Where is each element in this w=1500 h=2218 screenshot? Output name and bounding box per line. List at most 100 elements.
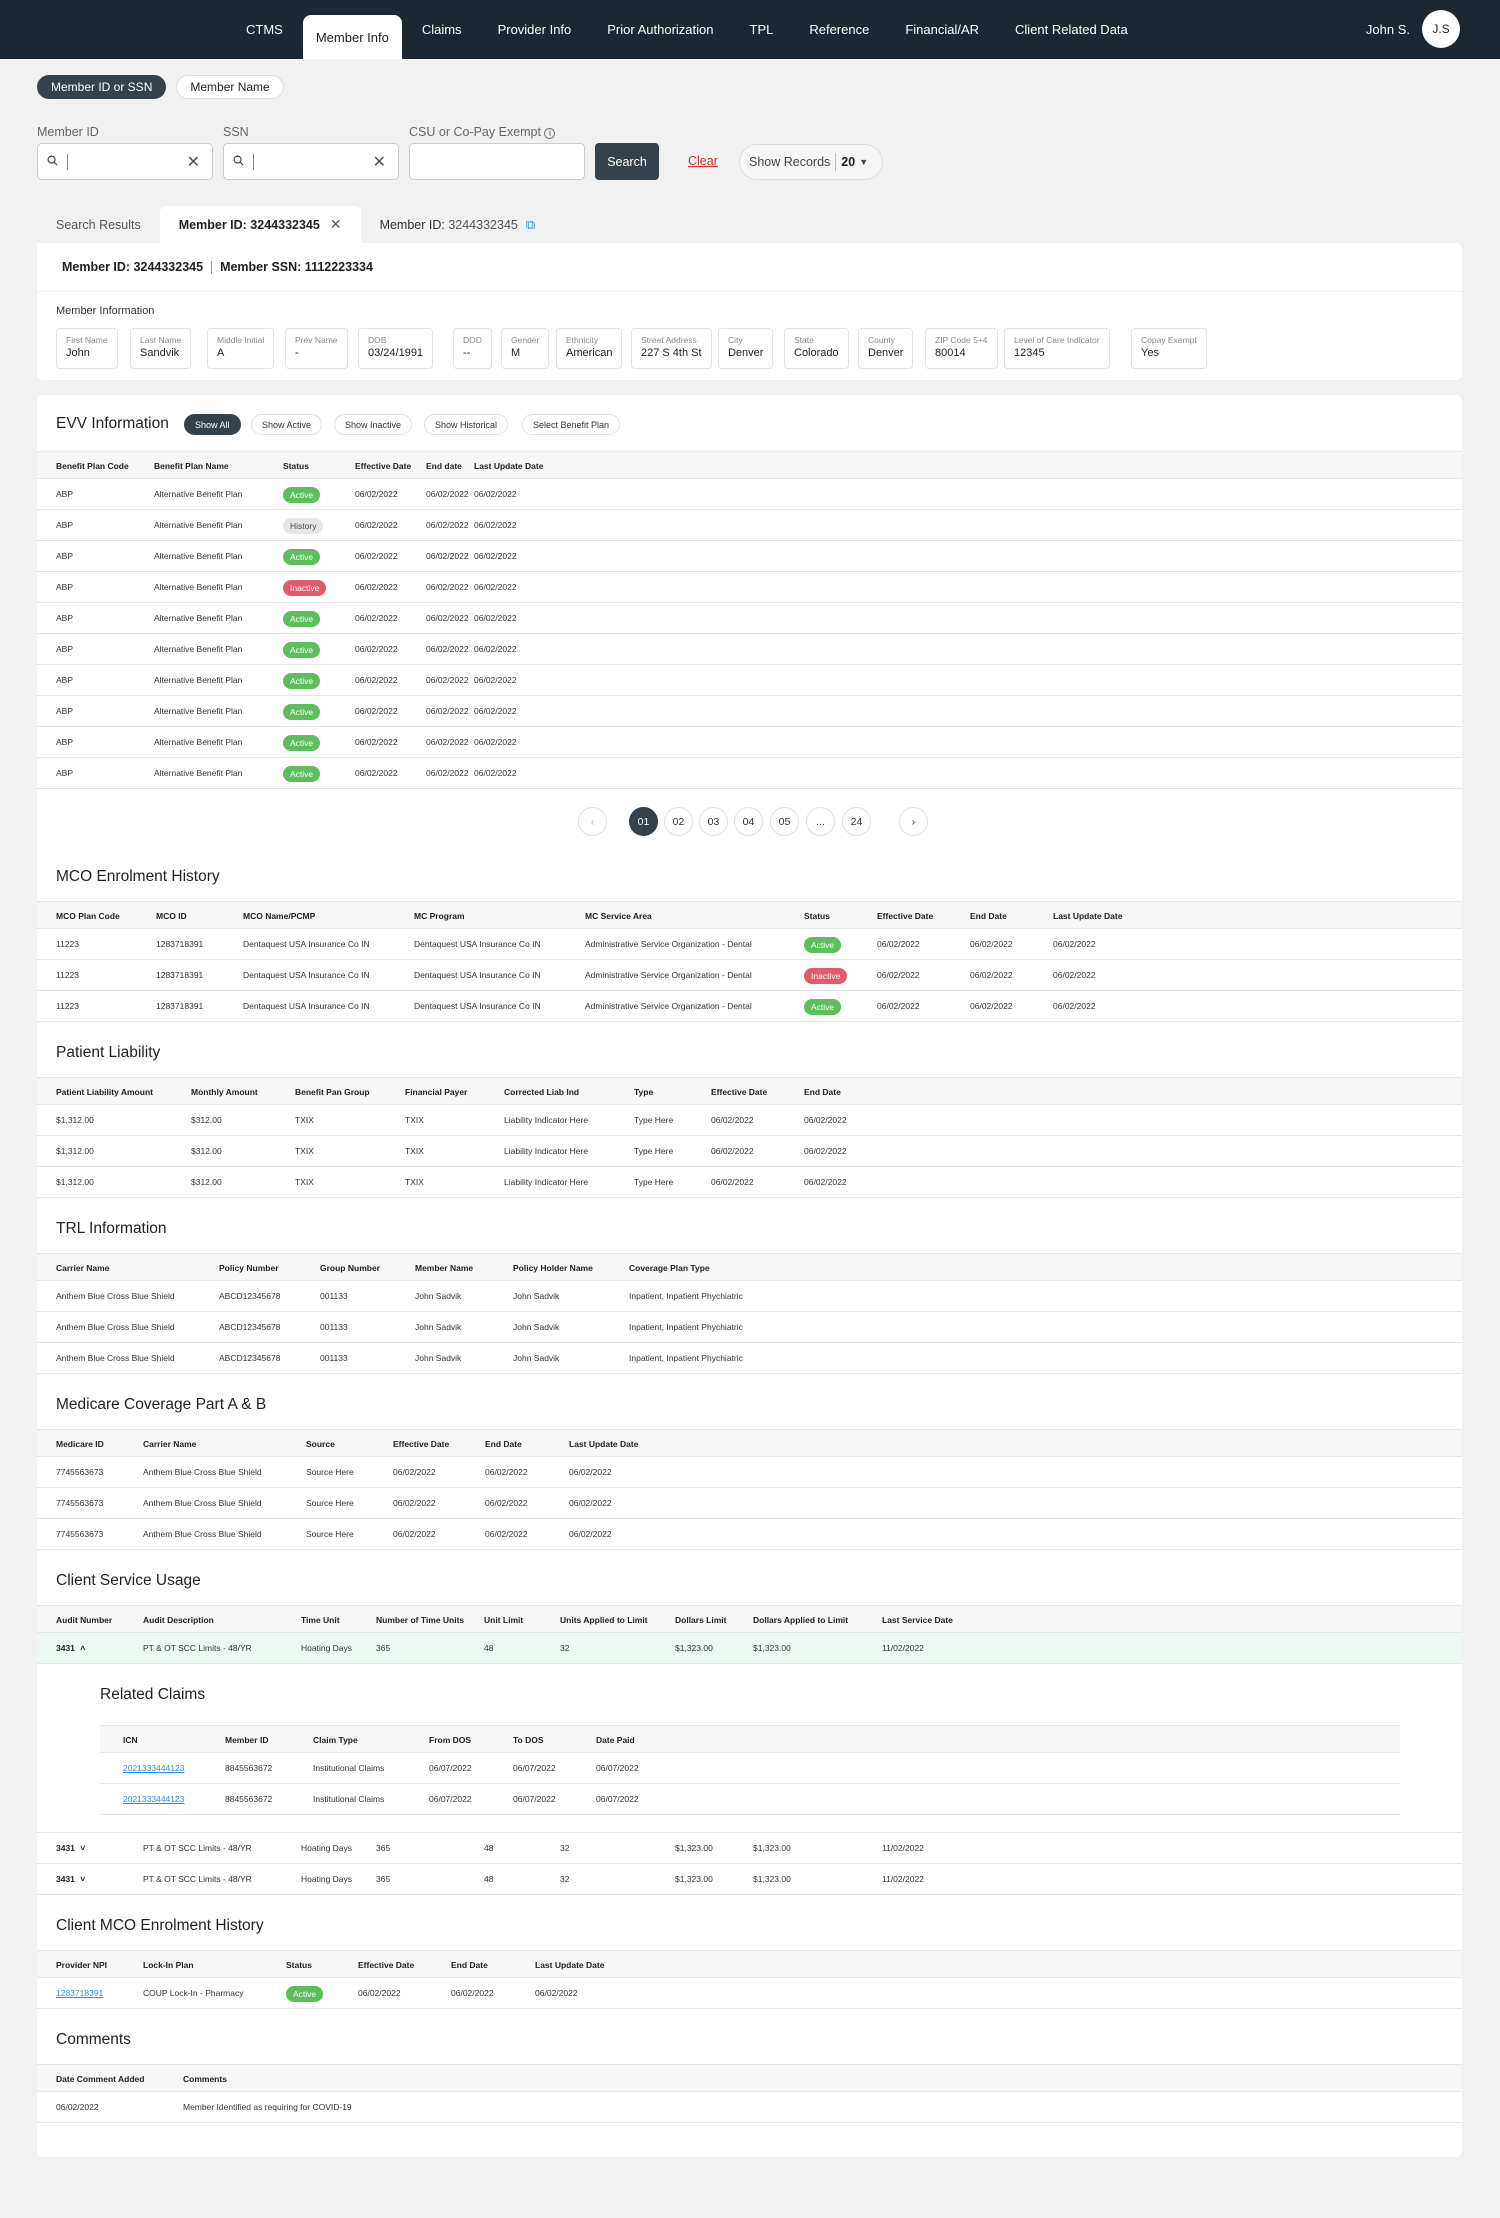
table-cell: Member Identified as requiring for COVID… xyxy=(183,2102,352,2112)
tab-search-results[interactable]: Search Results xyxy=(37,206,160,243)
table-cell: 06/02/2022 xyxy=(970,1001,1013,1011)
status-badge: Active xyxy=(286,1986,324,2002)
member-information-title: Member Information xyxy=(56,305,155,317)
table-cell: 11223 xyxy=(56,1001,80,1011)
status-badge: Active xyxy=(804,937,842,953)
nav-tab-provider-info[interactable]: Provider Info xyxy=(482,0,588,59)
divider xyxy=(835,153,837,171)
show-records-select[interactable]: Show Records 20 ▼ xyxy=(739,144,883,180)
table-cell: 06/02/2022 xyxy=(355,706,398,716)
field-value: 12345 xyxy=(1014,347,1045,359)
field-value: Denver xyxy=(728,347,764,359)
search-mode-member-name[interactable]: Member Name xyxy=(176,75,284,99)
nav-tab-prior-authorization[interactable]: Prior Authorization xyxy=(591,0,729,59)
nav-tab-tpl[interactable]: TPL xyxy=(734,0,790,59)
table-cell: 06/02/2022 xyxy=(970,970,1013,980)
client-mco-title: Client MCO Enrolment History xyxy=(56,1917,264,1934)
table-cell: 06/02/2022 xyxy=(355,613,398,623)
status-badge: Active xyxy=(283,611,321,627)
table-cell: 06/02/2022 xyxy=(474,489,517,499)
table-cell: ABP xyxy=(56,520,74,530)
member-field-zip-code-5-4: ZIP Code 5+4 80014 xyxy=(925,328,998,369)
next-page-button[interactable]: › xyxy=(899,807,928,836)
column-header: Effective Date xyxy=(711,1087,768,1097)
nav-tab-ctms[interactable]: CTMS xyxy=(230,0,299,59)
page-button-04[interactable]: 04 xyxy=(734,807,763,836)
column-header: End Date xyxy=(451,1960,488,1970)
chevron-up-icon[interactable]: ˄ xyxy=(78,1643,85,1653)
clear-field-icon[interactable]: ✕ xyxy=(187,152,200,172)
search-mode-member-id-ssn[interactable]: Member ID or SSN xyxy=(37,75,167,99)
table-cell: 48 xyxy=(484,1643,494,1653)
page-button-01[interactable]: 01 xyxy=(629,807,658,836)
status-badge: History xyxy=(283,518,324,534)
column-header: Policy Holder Name xyxy=(513,1263,593,1273)
close-icon[interactable]: ✕ xyxy=(330,216,342,233)
table-cell: Anthem Blue Cross Blue Shield xyxy=(143,1529,262,1539)
link-cell[interactable]: 2021333444123 xyxy=(123,1794,184,1804)
ssn-field[interactable]: ✕ xyxy=(223,143,399,180)
member-field-county: County Denver xyxy=(858,328,914,369)
link-cell[interactable]: 2021333444123 xyxy=(123,1763,184,1773)
table-row: 11223 1283718391 Dentaquest USA Insurance … xyxy=(37,991,1462,1022)
csu-field[interactable] xyxy=(409,143,585,180)
table-cell: ABP xyxy=(56,644,74,654)
table-row: ABP Alternative Benefit Plan Active 06/02/2… xyxy=(37,603,1462,634)
page-button-03[interactable]: 03 xyxy=(699,807,728,836)
filter-select-benefit-plan[interactable]: Select Benefit Plan xyxy=(522,414,621,435)
table-cell: TXIX xyxy=(295,1177,314,1187)
nav-tab-claims[interactable]: Claims xyxy=(406,0,478,59)
clear-button[interactable]: Clear xyxy=(688,154,718,168)
text-caret xyxy=(253,154,254,170)
table-cell: 11223 xyxy=(56,970,80,980)
text-caret xyxy=(67,154,68,170)
field-key: Ethnicity xyxy=(566,335,599,345)
clear-field-icon[interactable]: ✕ xyxy=(373,152,386,172)
table-cell: $1,323.00 xyxy=(753,1843,791,1853)
avatar[interactable]: J.S xyxy=(1422,10,1460,48)
table-cell: 06/02/2022 xyxy=(355,675,398,685)
page-button-24[interactable]: 24 xyxy=(842,807,871,836)
link-cell[interactable]: 1283718391 xyxy=(56,1988,103,1998)
tab-member[interactable]: Member ID: 3244332345 ✕ xyxy=(159,206,361,243)
column-header: MCO Name/PCMP xyxy=(243,911,316,921)
filter-show-historical[interactable]: Show Historical xyxy=(424,414,509,435)
nav-tab-reference[interactable]: Reference xyxy=(793,0,885,59)
member-field-street-address: Street Address 227 S 4th St xyxy=(631,328,712,369)
table-cell: 06/02/2022 xyxy=(426,520,469,530)
nav-tab-member-info[interactable]: Member Info xyxy=(302,15,402,59)
member-field-ethnicity: Ethnicity American xyxy=(556,328,623,369)
filter-show-all[interactable]: Show All xyxy=(184,414,241,435)
page-button-05[interactable]: 05 xyxy=(770,807,799,836)
table-cell: 06/02/2022 xyxy=(393,1467,436,1477)
column-header: Financial Payer xyxy=(405,1087,468,1097)
chevron-down-icon[interactable]: ˅ xyxy=(78,1874,85,1884)
table-cell: 06/02/2022 xyxy=(426,582,469,592)
chevron-down-icon[interactable]: ˅ xyxy=(78,1843,85,1853)
nav-tab-client-related-data[interactable]: Client Related Data xyxy=(999,0,1144,59)
member-id-field[interactable]: ✕ xyxy=(37,143,213,180)
search-button[interactable]: Search xyxy=(595,143,659,180)
filter-show-inactive[interactable]: Show Inactive xyxy=(334,414,413,435)
external-link-icon[interactable]: ⧉ xyxy=(526,217,535,233)
table-cell: 06/07/2022 xyxy=(429,1763,472,1773)
table-cell: 7745563673 xyxy=(56,1529,104,1539)
filter-show-active[interactable]: Show Active xyxy=(251,414,323,435)
table-cell: 06/02/2022 xyxy=(877,1001,920,1011)
member-header: Member ID: 3244332345 Member SSN: 111222… xyxy=(37,243,1462,291)
audit-number: 3431 ˅ xyxy=(56,1843,85,1853)
table-cell: ABP xyxy=(56,551,74,561)
medicare-title: Medicare Coverage Part A & B xyxy=(56,1396,267,1413)
table-cell: Institutional Claims xyxy=(313,1794,385,1804)
table-cell: Dentaquest USA Insurance Co IN xyxy=(243,939,370,949)
prev-page-button[interactable]: ‹ xyxy=(578,807,607,836)
nav-tab-financial-ar[interactable]: Financial/AR xyxy=(889,0,995,59)
user-menu[interactable]: John S. J.S xyxy=(1366,10,1460,48)
table-row: 3431 ˅ PT & OT SCC Limits - 48/YR Hoating … xyxy=(37,1864,1462,1895)
table-cell: 06/02/2022 xyxy=(451,1988,494,1998)
page-button-02[interactable]: 02 xyxy=(664,807,693,836)
table-cell: 11/02/2022 xyxy=(882,1643,924,1653)
field-value: American xyxy=(566,347,613,359)
tab-member-2[interactable]: Member ID: 3244332345 ⧉ xyxy=(361,206,555,243)
table-cell: 06/02/2022 xyxy=(426,613,469,623)
